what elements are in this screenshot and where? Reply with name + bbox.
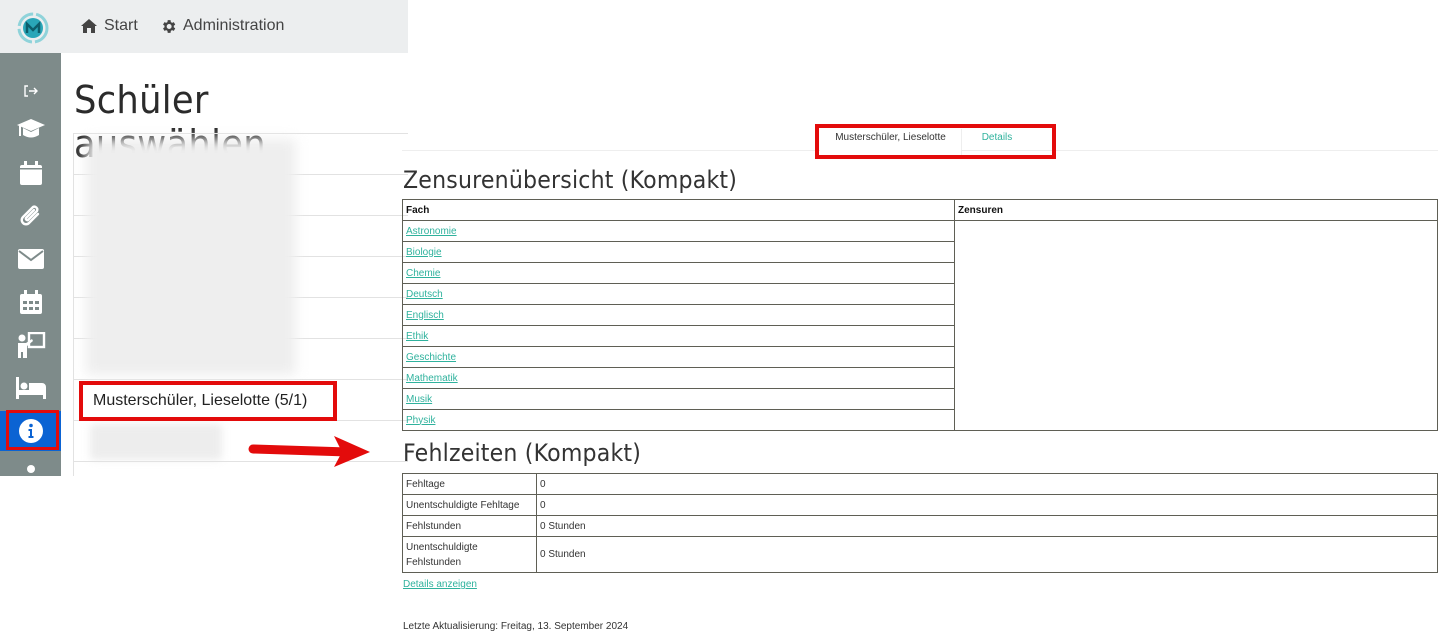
nav-administration-label: Administration [183,17,285,34]
tab-details[interactable]: Details [962,129,1032,155]
gear-icon [163,19,176,33]
sidebar-item-messages[interactable] [0,239,61,279]
subject-link[interactable]: Deutsch [406,289,443,300]
user-group-icon [26,465,35,473]
sidebar-item-boarding[interactable] [0,368,61,408]
sidebar-item-attachments[interactable] [0,196,61,236]
student-selection-screen: Start Administration Schüler Musterschül… [0,0,408,476]
nav-administration-link[interactable]: Administration [160,17,284,35]
column-header-grades: Zensuren [954,199,1438,221]
nav-start-label: Start [104,17,138,34]
absence-label: Fehltage [402,473,537,495]
grades-table: Fach Zensuren Astronomie Biologie Chemie… [402,199,1438,431]
bed-icon [15,377,46,399]
table-row: Fehltage 0 [402,473,1438,495]
absence-table: Fehltage 0 Unentschuldigte Fehltage 0 Fe… [402,473,1438,573]
absence-value: 0 Stunden [536,536,1438,573]
calendar-grid-icon [19,290,42,314]
sidebar-item-logout[interactable] [0,73,61,109]
absence-value: 0 Stunden [536,515,1438,537]
column-header-subject: Fach [402,199,955,221]
sidebar-item-calendar[interactable] [0,153,61,193]
subject-link[interactable]: Mathematik [406,373,458,384]
logout-icon [23,85,38,97]
subject-link[interactable]: Englisch [406,310,444,321]
subject-link[interactable]: Geschichte [406,352,456,363]
student-tab-bar: Musterschüler, Lieselotte Details [402,125,1438,155]
absence-label: Unentschuldigte Fehltage [402,494,537,516]
sidebar-item-users[interactable] [0,455,61,476]
arrow-annotation-icon [248,436,370,467]
grades-cell [954,220,1438,431]
absence-value: 0 [536,473,1438,495]
table-row: Fehlstunden 0 Stunden [402,515,1438,537]
calendar-icon [19,161,42,185]
subject-link[interactable]: Musik [406,394,432,405]
teacher-board-icon [17,332,45,358]
info-icon [18,419,43,443]
nav-start-link[interactable]: Start [80,17,138,35]
absence-label: Unentschuldigte Fehlstunden [402,536,537,573]
subject-link[interactable]: Physik [406,415,435,426]
blurred-student-name [90,424,222,460]
tab-student[interactable]: Musterschüler, Lieselotte [820,129,962,155]
student-list: Musterschüler, Lieselotte (5/1) [73,133,408,476]
last-update-text: Letzte Aktualisierung: Freitag, 13. Sept… [403,621,629,632]
subject-link[interactable]: Astronomie [406,226,457,237]
graduation-cap-icon [16,119,45,138]
table-row: Unentschuldigte Fehltage 0 [402,494,1438,516]
selected-student-item[interactable]: Musterschüler, Lieselotte (5/1) [79,381,337,421]
show-details-link[interactable]: Details anzeigen [403,579,477,590]
paperclip-icon [20,205,39,226]
app-logo-icon[interactable] [17,12,49,44]
sidebar-item-courses[interactable] [0,109,61,149]
sidebar [0,53,61,476]
absence-label: Fehlstunden [402,515,537,537]
envelope-icon [17,249,44,269]
absence-value: 0 [536,494,1438,516]
home-icon [81,19,97,33]
sidebar-item-teaching[interactable] [0,325,61,365]
top-navbar: Start Administration [0,0,408,53]
sidebar-item-schedule[interactable] [0,282,61,322]
subject-link[interactable]: Chemie [406,268,440,279]
table-row: Unentschuldigte Fehlstunden 0 Stunden [402,536,1438,573]
subject-link[interactable]: Ethik [406,331,428,342]
subject-link[interactable]: Biologie [406,247,442,258]
table-row: Astronomie [402,220,1438,431]
sidebar-item-info[interactable] [0,411,61,451]
blurred-student-names [86,139,296,375]
grades-section-title: Zensurenübersicht (Kompakt) [403,166,738,194]
absence-section-title: Fehlzeiten (Kompakt) [403,439,642,467]
